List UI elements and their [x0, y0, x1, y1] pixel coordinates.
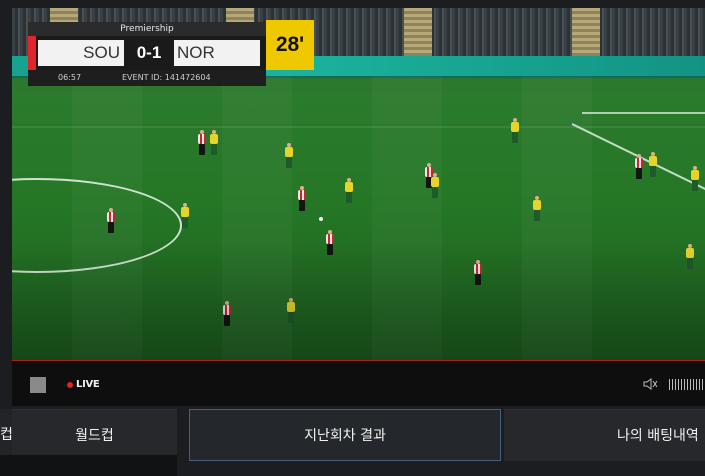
player-red	[197, 130, 207, 156]
scoreboard: Premiership SOU 0-1 NOR 06:57 EVENT ID: …	[28, 22, 266, 86]
live-dot-icon	[67, 382, 73, 388]
player-yellow	[532, 196, 542, 222]
player-red	[297, 186, 307, 212]
match-clock: 06:57	[58, 73, 82, 82]
penalty-box-line	[582, 112, 705, 114]
match-score: 0-1	[136, 43, 162, 62]
player-yellow	[209, 130, 219, 156]
player-red	[634, 154, 644, 180]
tab-previous-results[interactable]: 지난회차 결과	[189, 409, 501, 461]
home-team-marker	[28, 36, 36, 70]
match-minute-badge: 28'	[266, 20, 314, 70]
stadium-stairs	[572, 8, 600, 56]
player-red	[106, 208, 116, 234]
player-yellow	[648, 152, 658, 178]
league-name: Premiership	[28, 22, 266, 36]
tab-worldcup[interactable]: 월드컵	[12, 409, 177, 461]
app-root: Premiership SOU 0-1 NOR 06:57 EVENT ID: …	[0, 0, 705, 476]
pitch-line	[12, 126, 705, 128]
away-team: NOR	[174, 40, 260, 66]
volume-slider[interactable]	[669, 379, 705, 390]
player-yellow	[180, 203, 190, 229]
player-yellow	[690, 166, 700, 192]
tab-my-bets[interactable]: 나의 배팅내역	[504, 409, 705, 461]
score-info-row: 06:57 EVENT ID: 141472604	[28, 70, 266, 86]
player-yellow	[430, 173, 440, 199]
speaker-icon[interactable]	[643, 377, 659, 391]
event-id: EVENT ID: 141472604	[122, 73, 211, 82]
football	[319, 217, 323, 221]
pitch-shadow	[12, 240, 705, 360]
stadium-stairs	[404, 8, 432, 56]
live-label: LIVE	[76, 379, 100, 390]
home-team: SOU	[38, 40, 124, 66]
player-yellow	[344, 178, 354, 204]
player-control-bar: LIVE	[12, 360, 705, 406]
tab-cup[interactable]: 컵	[0, 409, 12, 461]
player-yellow	[284, 143, 294, 169]
stop-icon[interactable]	[30, 377, 46, 393]
player-yellow	[510, 118, 520, 144]
tab-panel-strip	[0, 455, 177, 476]
score-row: SOU 0-1 NOR	[28, 36, 266, 70]
